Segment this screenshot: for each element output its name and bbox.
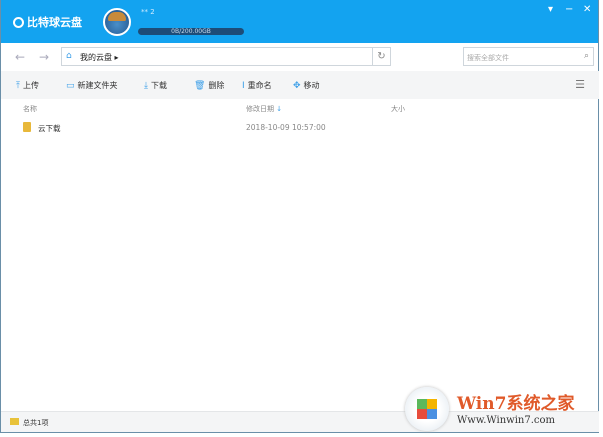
close-button[interactable]: ✕	[583, 4, 591, 15]
title-bar: 比特球云盘 ** 2 0B/200.00GB ▾ − ✕	[1, 0, 598, 43]
trash-icon: 🗑	[194, 80, 206, 91]
upload-icon: ⤒	[16, 80, 20, 91]
download-label: 下载	[150, 81, 167, 90]
item-count: 总共1项	[23, 419, 49, 427]
new-folder-button[interactable]: ▭ 新建文件夹	[66, 80, 118, 91]
watermark: Win7系统之家 Www.Winwin7.com	[405, 385, 600, 435]
app-title: 比特球云盘	[27, 16, 82, 29]
column-modified-label: 修改日期	[246, 105, 274, 113]
upload-label: 上传	[22, 81, 39, 90]
folder-icon	[23, 122, 31, 132]
download-button[interactable]: ⤓ 下载	[144, 80, 167, 91]
column-modified[interactable]: 修改日期 ↓	[246, 104, 282, 114]
username: ** 2	[141, 8, 155, 16]
watermark-title: Win7系统之家	[457, 394, 575, 414]
rename-button[interactable]: I 重命名	[242, 80, 272, 91]
quota-bar: 0B/200.00GB	[138, 28, 244, 35]
sort-arrow-icon: ↓	[276, 105, 283, 113]
search-placeholder: 搜索全部文件	[467, 54, 509, 62]
rename-label: 重命名	[247, 81, 272, 90]
watermark-url: Www.Winwin7.com	[457, 415, 555, 426]
breadcrumb-root[interactable]: 我的云盘	[80, 53, 112, 62]
logo-icon	[13, 16, 24, 28]
download-icon: ⤓	[144, 80, 148, 91]
move-label: 移动	[303, 81, 320, 90]
search-icon[interactable]: ⌕	[584, 51, 589, 61]
back-button[interactable]: ←	[15, 50, 25, 64]
new-folder-label: 新建文件夹	[77, 81, 118, 90]
forward-button[interactable]: →	[39, 50, 49, 64]
app-logo: 比特球云盘	[13, 14, 82, 30]
folder-icon	[10, 418, 19, 425]
move-button[interactable]: ✥ 移动	[293, 80, 320, 91]
minimize-button[interactable]: −	[565, 4, 573, 15]
table-row[interactable]: 云下载 2018-10-09 10:57:00	[1, 119, 591, 135]
app-window: 比特球云盘 ** 2 0B/200.00GB ▾ − ✕ ← → ⌂ 我的云盘 …	[0, 0, 599, 433]
delete-label: 删除	[208, 81, 225, 90]
file-modified: 2018-10-09 10:57:00	[246, 123, 326, 132]
refresh-icon[interactable]: ↻	[372, 48, 390, 65]
search-input[interactable]: 搜索全部文件 ⌕	[463, 47, 594, 66]
list-view-icon[interactable]: ☰	[575, 78, 585, 91]
windows-flag-icon	[417, 399, 437, 419]
upload-button[interactable]: ⤒ 上传	[16, 80, 39, 91]
toolbar: ⤒ 上传 ▭ 新建文件夹 ⤓ 下载 🗑 删除 I 重命名 ✥ 移动 ☰	[1, 71, 599, 99]
folder-icon: ▭	[66, 80, 75, 91]
home-icon[interactable]: ⌂	[66, 51, 72, 61]
file-name: 云下载	[38, 124, 61, 133]
menu-button[interactable]: ▾	[548, 4, 553, 15]
breadcrumb-separator-icon[interactable]: ▸	[115, 53, 119, 62]
move-icon: ✥	[293, 80, 301, 91]
windows-logo-icon	[405, 387, 449, 431]
column-size[interactable]: 大小	[391, 104, 405, 114]
column-name[interactable]: 名称	[23, 104, 37, 114]
rename-icon: I	[242, 80, 245, 91]
delete-button[interactable]: 🗑 删除	[194, 80, 224, 91]
address-bar[interactable]: ⌂ 我的云盘 ▸ ↻	[61, 47, 391, 66]
avatar[interactable]	[103, 8, 131, 36]
